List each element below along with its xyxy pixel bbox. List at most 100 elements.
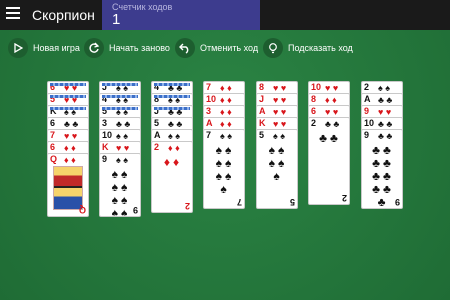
card-suit: ♥ ♥ bbox=[273, 95, 287, 105]
playing-card[interactable]: 2 ♣ ♣ ♣♣ 2 bbox=[308, 117, 350, 205]
card-index: 3 bbox=[206, 106, 211, 116]
card-rank: A bbox=[206, 118, 213, 128]
card-suit: ♠ ♠ bbox=[116, 95, 129, 105]
card-pips: ♠♠ ♠♠ ♠♠ ♠ bbox=[215, 143, 235, 196]
card-rank: 9 bbox=[364, 106, 370, 116]
card-rank: 7 bbox=[50, 130, 56, 140]
card-pips: ♠♠ ♠♠ ♠♠ ♠♠ ♠ bbox=[111, 167, 131, 217]
card-rank: 6 bbox=[50, 142, 56, 152]
card-suit: ♣ ♣ bbox=[378, 95, 393, 105]
card-suit: ♣ ♣ bbox=[168, 107, 183, 117]
card-rank-bottom: 2 bbox=[184, 201, 190, 211]
card-index: K bbox=[50, 106, 57, 116]
card-suit: ♣ ♣ bbox=[325, 119, 340, 129]
card-rank: J bbox=[259, 94, 265, 104]
card-rank: K bbox=[259, 118, 266, 128]
card-rank: 2 bbox=[311, 118, 317, 128]
card-index: A bbox=[154, 130, 161, 140]
card-index: 6 bbox=[50, 82, 55, 92]
card-index: 8 bbox=[154, 94, 159, 104]
card-rank: 5 bbox=[154, 118, 160, 128]
playing-card[interactable]: Q ♦ ♦ Q bbox=[47, 153, 89, 217]
card-rank-bottom: 5 bbox=[289, 197, 295, 207]
card-suit: ♣ ♣ bbox=[116, 119, 131, 129]
card-pips: ♠♠ ♠♠ ♠ bbox=[268, 143, 288, 183]
card-index: 10 bbox=[102, 130, 112, 140]
card-rank: 6 bbox=[50, 118, 56, 128]
card-rank-bottom: 2 bbox=[341, 193, 347, 203]
card-index: J bbox=[102, 82, 107, 92]
card-rank: K bbox=[102, 142, 109, 152]
card-index: 10 bbox=[206, 94, 216, 104]
card-rank: 7 bbox=[206, 130, 212, 140]
card-index: 2 bbox=[364, 82, 369, 92]
card-rank: 2 bbox=[364, 82, 370, 92]
card-index: 6 bbox=[50, 142, 55, 152]
card-suit: ♦ ♦ bbox=[64, 155, 76, 165]
card-suit: ♥ ♥ bbox=[378, 107, 392, 117]
playing-card[interactable]: 9♠ ♠♠♠ ♠♠ ♠♠ ♠♠ ♠9 bbox=[99, 153, 141, 217]
card-index: 9 bbox=[102, 154, 107, 164]
card-suit: ♠ ♠ bbox=[116, 155, 129, 165]
card-index: 5 bbox=[50, 94, 55, 104]
tableau: 6 ♥ ♥ 5 ♥ ♥ K ♠ ♠ 6 ♣ ♣ 7 ♥ ♥ 6 ♦ ♦ Q ♦ ♦ Q J ♠ ♠ 4 ♠ ♠ 5 ♠ … bbox=[0, 0, 450, 300]
card-index: 6 bbox=[311, 106, 316, 116]
card-suit: ♣ ♣ bbox=[64, 119, 79, 129]
card-rank: Q bbox=[50, 154, 58, 164]
card-rank-bottom: 7 bbox=[236, 197, 242, 207]
card-rank-bottom: 9 bbox=[394, 197, 400, 207]
card-suit: ♠ ♠ bbox=[168, 95, 181, 105]
card-index: K bbox=[259, 118, 266, 128]
card-suit: ♠ ♠ bbox=[116, 131, 129, 141]
card-suit: ♦ ♦ bbox=[168, 143, 180, 153]
playing-card[interactable]: 7 ♠ ♠ ♠♠ ♠♠ ♠♠ ♠ 7 bbox=[203, 129, 245, 209]
card-suit: ♣ ♣ bbox=[168, 119, 183, 129]
card-index: 5 bbox=[154, 118, 159, 128]
card-suit: ♣ ♣ bbox=[168, 83, 183, 93]
card-rank: 8 bbox=[311, 94, 317, 104]
court-card-image bbox=[53, 166, 83, 210]
card-suit: ♥ ♥ bbox=[325, 83, 339, 93]
card-suit: ♥ ♥ bbox=[273, 83, 287, 93]
card-suit: ♦ ♦ bbox=[220, 83, 232, 93]
card-rank: 4 bbox=[102, 94, 108, 104]
card-suit: ♦ ♦ bbox=[220, 95, 232, 105]
card-index: 4 bbox=[102, 94, 107, 104]
card-rank: J bbox=[102, 82, 108, 92]
playing-card[interactable]: 9 ♣ ♣ ♣♣ ♣♣ ♣♣ ♣♣ ♣ 9 bbox=[361, 129, 403, 209]
card-rank-bottom: 9 bbox=[132, 205, 138, 215]
card-rank: 5 bbox=[259, 130, 265, 140]
card-index: 7 bbox=[206, 130, 211, 140]
card-rank-bottom: Q bbox=[78, 205, 86, 215]
card-index: 5 bbox=[102, 106, 107, 116]
card-index: A bbox=[364, 94, 371, 104]
card-index: 2 bbox=[154, 142, 159, 152]
playing-card[interactable]: 5 ♠ ♠ ♠♠ ♠♠ ♠ 5 bbox=[256, 129, 298, 209]
card-rank: 4 bbox=[154, 82, 160, 92]
card-index: 9 bbox=[364, 130, 369, 140]
card-rank: 10 bbox=[311, 82, 322, 92]
card-rank: 6 bbox=[50, 82, 56, 92]
card-index: 2 bbox=[311, 118, 316, 128]
card-suit: ♣ ♣ bbox=[378, 131, 393, 141]
card-pips: ♦♦ bbox=[163, 155, 183, 169]
card-index: 8 bbox=[311, 94, 316, 104]
card-suit: ♠ ♠ bbox=[378, 83, 391, 93]
card-pips: ♣♣ ♣♣ ♣♣ ♣♣ ♣ bbox=[372, 143, 394, 209]
card-rank: A bbox=[154, 130, 161, 140]
card-index: 7 bbox=[206, 82, 211, 92]
card-rank: J bbox=[154, 106, 160, 116]
card-rank: K bbox=[50, 106, 57, 116]
card-index: 10 bbox=[364, 118, 374, 128]
card-rank: 10 bbox=[206, 94, 217, 104]
card-index: 8 bbox=[259, 82, 264, 92]
card-rank: A bbox=[364, 94, 371, 104]
playing-card[interactable]: 2 ♦ ♦ ♦♦ 2 bbox=[151, 141, 193, 213]
card-suit: ♦ ♦ bbox=[220, 119, 232, 129]
card-suit: ♥ ♥ bbox=[325, 107, 339, 117]
card-suit: ♦ ♦ bbox=[64, 143, 76, 153]
card-index: A bbox=[259, 106, 266, 116]
card-index: 4 bbox=[154, 82, 159, 92]
card-suit: ♦ ♦ bbox=[220, 107, 232, 117]
card-rank: 9 bbox=[364, 130, 370, 140]
